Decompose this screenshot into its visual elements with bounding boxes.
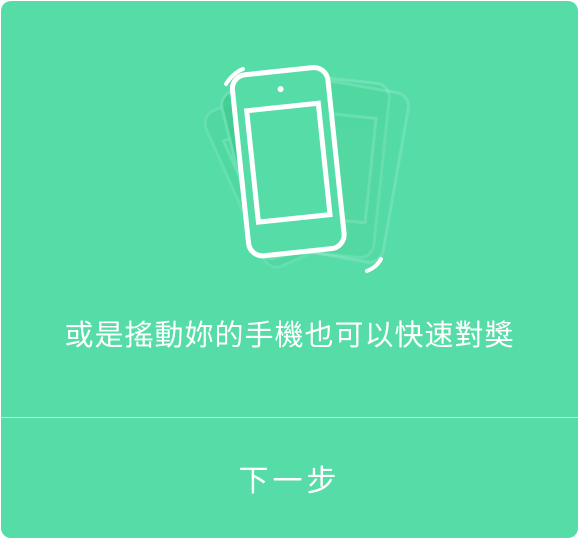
- shake-hint-dialog: 或是搖動妳的手機也可以快速對獎 下一步: [1, 1, 578, 538]
- next-step-button[interactable]: 下一步: [1, 418, 578, 538]
- phone-main: [229, 65, 347, 259]
- shake-hint-message: 或是搖動妳的手機也可以快速對獎: [64, 318, 515, 352]
- shake-phone-icon: [171, 59, 411, 279]
